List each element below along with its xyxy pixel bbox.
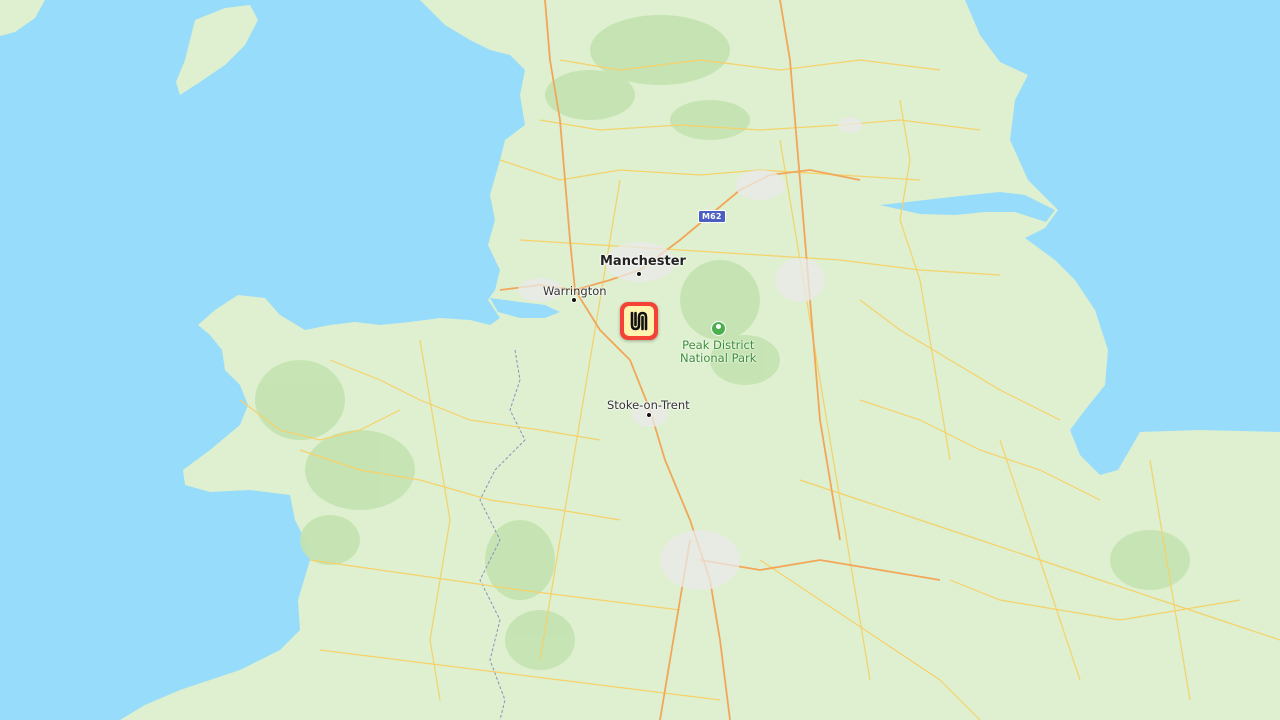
city-label-stoke-on-trent[interactable]: Stoke-on-Trent xyxy=(607,398,690,412)
park-tree-icon[interactable] xyxy=(711,321,726,336)
park-label-line2: National Park xyxy=(680,351,757,365)
basemap xyxy=(0,0,1280,720)
location-marker[interactable] xyxy=(620,302,658,340)
city-label-warrington[interactable]: Warrington xyxy=(543,284,607,298)
map-canvas[interactable]: M62 Manchester Warrington Stoke-on-Trent… xyxy=(0,0,1280,720)
marker-inner xyxy=(624,306,654,336)
stoke-dot xyxy=(646,412,652,418)
manchester-dot xyxy=(636,271,642,277)
city-label-manchester[interactable]: Manchester xyxy=(600,254,686,269)
brand-logo-icon xyxy=(630,311,648,331)
road-shield-m62: M62 xyxy=(698,210,726,223)
park-label[interactable]: Peak District National Park xyxy=(680,339,756,365)
